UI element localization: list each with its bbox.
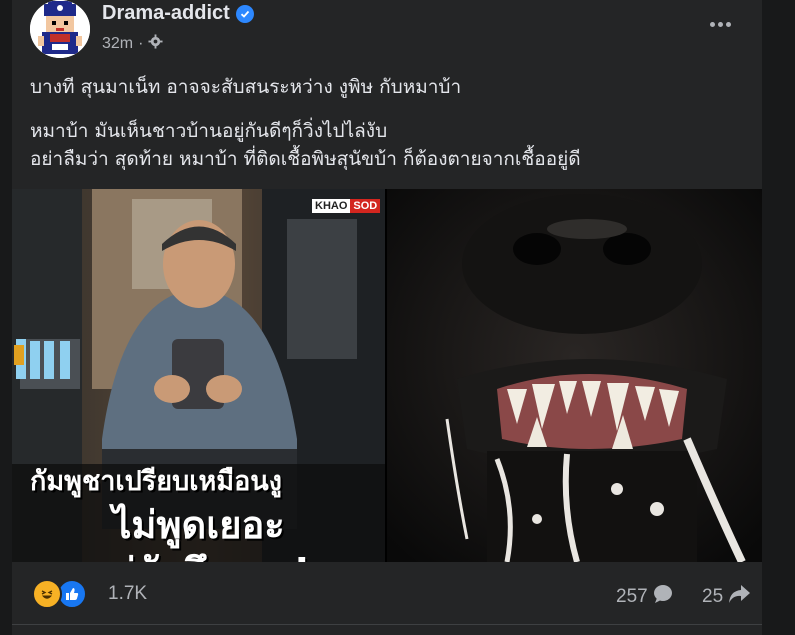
meta-separator: · (138, 35, 144, 52)
post-card: Drama-addict 32m · บางที สุนมาเน็ท อาจจะ… (12, 0, 762, 635)
author-avatar[interactable] (30, 0, 90, 58)
post-text-line-2: หมาบ้า มันเห็นชาวบ้านอยู่กันดีๆก็วิ่งไปไ… (30, 120, 388, 142)
reaction-icons[interactable] (32, 579, 87, 609)
haha-reaction-icon (32, 579, 62, 609)
reaction-count[interactable]: 1.7K (108, 583, 147, 605)
stats-divider (12, 624, 762, 625)
more-options-icon[interactable] (704, 12, 736, 36)
photo-rabid-dog[interactable] (387, 189, 762, 562)
comment-count: 257 (616, 586, 648, 607)
share-count: 25 (702, 586, 724, 607)
post-text-line-3: อย่าลืมว่า สุดท้าย หมาบ้า ที่ติดเชื้อพิษ… (30, 148, 581, 170)
verified-badge-icon (235, 4, 254, 23)
post-stats-bar: 1.7K 257 25 (12, 562, 762, 624)
watermark-khao: KHAO (312, 199, 351, 213)
author-name[interactable]: Drama-addict (102, 2, 230, 25)
share-icon (727, 583, 751, 611)
comment-count-group[interactable]: 257 (616, 583, 674, 611)
khaosod-watermark: KHAO SOD (312, 199, 381, 213)
comment-icon (652, 583, 674, 611)
post-media[interactable]: KHAO SOD กัมพูชาเปรียบเหมือนงู ไม่พูดเยอ… (12, 189, 762, 562)
share-count-group[interactable]: 25 (702, 583, 751, 611)
photo-man-in-gym[interactable]: KHAO SOD กัมพูชาเปรียบเหมือนงู ไม่พูดเยอ… (12, 189, 385, 562)
page-background-right (762, 0, 795, 635)
author-name-row: Drama-addict (102, 2, 254, 25)
post-timestamp[interactable]: 32m (102, 35, 133, 53)
gear-icon[interactable] (148, 34, 163, 54)
caption-line-3: แต่กัดถึงตาย! (12, 541, 385, 562)
post-meta: 32m · (102, 34, 163, 54)
watermark-sod: SOD (350, 199, 381, 213)
post-text-line-1: บางที สุนมาเน็ท อาจจะสับสนระหว่าง งูพิษ … (30, 76, 462, 98)
